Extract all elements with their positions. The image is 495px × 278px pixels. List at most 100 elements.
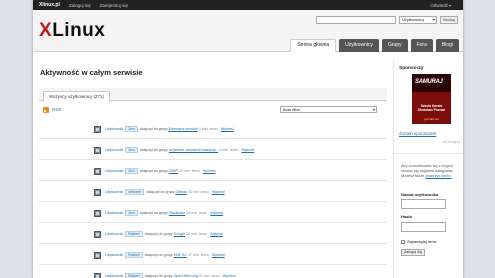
activity-group-link[interactable]: Slackware (169, 211, 186, 215)
activity-item: Użytkownik Robert dołączył do grupy KDE SC… (39, 246, 387, 265)
activity-delete-link[interactable]: Wykreśl (210, 211, 223, 215)
activity-group-link[interactable]: GIMP (169, 169, 178, 173)
activity-delete-link[interactable]: Wykreśl (223, 274, 236, 278)
remember-me-checkbox[interactable] (401, 240, 405, 244)
banner-text: Szkoła Karate Shotokan Poznań (417, 104, 446, 112)
activity-action: dołączył do grupy (146, 189, 175, 194)
activity-user-badge[interactable]: Robert (125, 251, 143, 259)
create-account-link[interactable]: utworzyć konto. (425, 174, 451, 178)
admin-bar: Xlinux.pl Zaloguj się Zarejestruj się Od… (33, 0, 463, 10)
avatar[interactable] (94, 251, 101, 259)
avatar[interactable] (94, 146, 101, 154)
activity-group-link[interactable]: Google (174, 232, 186, 236)
tab-groups[interactable]: Grupy (381, 39, 408, 52)
search-scope-value: Użytkownicy (402, 17, 425, 22)
activity-action: dołączył do grupy (144, 252, 173, 257)
activity-separator: · (220, 273, 222, 278)
admin-bar-visit-menu[interactable]: Odwiedź (430, 3, 451, 8)
activity-group-link[interactable]: Debian (175, 190, 186, 194)
avatar[interactable] (94, 125, 101, 133)
tab-all-users[interactable]: Wszyscy użytkownicy (271) (43, 91, 111, 102)
activity-delete-link[interactable]: Wykreśl (210, 232, 223, 236)
activity-separator: · (209, 252, 211, 257)
login-button[interactable]: Zaloguj się (401, 249, 425, 256)
activity-time: 5 min. temu (219, 147, 239, 152)
activity-item: Użytkownik Zen dołączył do grupy Manualne … (39, 120, 387, 139)
activity-user-badge[interactable]: Robert (125, 230, 143, 238)
site-logo[interactable]: XLinux (39, 20, 105, 42)
activity-user-badge[interactable]: Zen (125, 146, 138, 154)
activity-user-badge[interactable]: Zen (125, 125, 138, 133)
filter-value: Brak filtra (283, 107, 300, 112)
activity-subnav: Wszyscy użytkownicy (271) (39, 88, 387, 102)
tab-users[interactable]: Użytkownicy (339, 39, 379, 52)
login-box: Aby komunikować się z innymi, musisz się… (394, 153, 463, 278)
activity-delete-link[interactable]: Wykreśl (241, 148, 254, 152)
search-scope-select[interactable]: Użytkownicy ▾ (399, 16, 437, 24)
search-button[interactable]: Szukaj (440, 16, 458, 24)
activity-user-label: Użytkownik (105, 210, 124, 215)
activity-time: 20 min. temu (178, 168, 200, 173)
activity-user-badge[interactable]: sekkere (125, 188, 145, 196)
activity-separator: · (207, 231, 210, 236)
avatar[interactable] (94, 167, 101, 175)
activity-text: Użytkownik Robert dołączył do grupy OpenOf… (105, 272, 236, 278)
activity-group-link[interactable]: Używanie wirtualnej maszyny... (169, 148, 219, 152)
activity-delete-link[interactable]: Wykreśl (221, 127, 234, 131)
activity-time: 47 min. temu (187, 252, 209, 257)
activity-delete-link[interactable]: Wykreśl (203, 169, 216, 173)
admin-bar-login-link[interactable]: Zaloguj się (69, 3, 91, 8)
banner-url: poznan.net (424, 117, 439, 121)
activity-action: dołączył do grupy (139, 147, 168, 152)
tab-blogs[interactable]: Blogi (435, 39, 459, 52)
sidebar: Sponsorzy SAMURAJ Szkoła Karate Shotokan… (393, 60, 463, 278)
activity-user-label: Użytkownik (105, 168, 124, 173)
rss-icon (43, 106, 49, 113)
tab-home[interactable]: Strona główna (290, 39, 337, 52)
activity-time: 39 min. temu (186, 210, 208, 215)
avatar[interactable] (94, 188, 101, 196)
chevron-down-icon: ▾ (372, 107, 375, 112)
password-field[interactable] (401, 222, 446, 232)
banner-title: SAMURAJ (415, 79, 443, 85)
tab-forums[interactable]: Fora (410, 39, 433, 52)
activity-user-badge[interactable]: Robert (125, 272, 143, 278)
activity-user-label: Użytkownik (105, 231, 124, 236)
rss-label: RSS (52, 107, 62, 112)
activity-user-badge[interactable]: Zen (125, 167, 138, 175)
login-description: Aby komunikować się z innymi, musisz się… (401, 164, 459, 179)
activity-group-link[interactable]: OpenOffice.org (174, 274, 198, 278)
page-title: Aktywność w całym serwisie (40, 68, 143, 77)
activity-text: Użytkownik Zen dołączył do grupy Używanie … (105, 146, 254, 154)
activity-text: Użytkownik sekkere dołączył do grupy Debia… (105, 188, 225, 196)
chevron-down-icon: ▾ (432, 17, 435, 22)
ad-credit[interactable]: AdToday.pl (443, 140, 460, 144)
avatar[interactable] (94, 209, 101, 217)
activity-user-label: Użytkownik (105, 273, 124, 278)
activity-text: Użytkownik Robert dołączył do grupy KDE SC… (105, 251, 225, 259)
activity-action: dołączył do grupy (139, 168, 168, 173)
activity-time: 35 min. temu (187, 189, 209, 194)
avatar[interactable] (94, 230, 101, 238)
sponsor-banner[interactable]: SAMURAJ Szkoła Karate Shotokan Poznań po… (412, 74, 451, 124)
activity-separator: · (218, 126, 220, 131)
username-field[interactable] (401, 199, 446, 209)
activity-group-link[interactable]: Manualne konsole (169, 127, 198, 131)
activity-delete-link[interactable]: Wykreśl (212, 253, 225, 257)
activity-group-link[interactable]: KDE SC (174, 253, 187, 257)
remember-me-label: Zapamiętaj mnie (407, 239, 437, 244)
admin-bar-site-link[interactable]: Xlinux.pl (39, 2, 60, 8)
search-input[interactable] (316, 16, 396, 24)
activity-user-label: Użytkownik (105, 252, 124, 257)
become-sponsor-link[interactable]: Zostań sponsorem (399, 131, 436, 136)
avatar[interactable] (94, 272, 101, 278)
logo-text: Linux (52, 20, 106, 41)
admin-bar-register-link[interactable]: Zarejestruj się (100, 3, 128, 8)
activity-filter-select[interactable]: Brak filtra ▾ (280, 106, 377, 113)
activity-user-label: Użytkownik (105, 147, 124, 152)
rss-link[interactable]: RSS (43, 106, 61, 113)
activity-user-badge[interactable]: Zen (125, 209, 138, 217)
activity-separator: · (200, 168, 202, 173)
activity-item: Użytkownik sekkere dołączył do grupy Debia… (39, 183, 387, 202)
activity-delete-link[interactable]: Wykreśl (212, 190, 225, 194)
